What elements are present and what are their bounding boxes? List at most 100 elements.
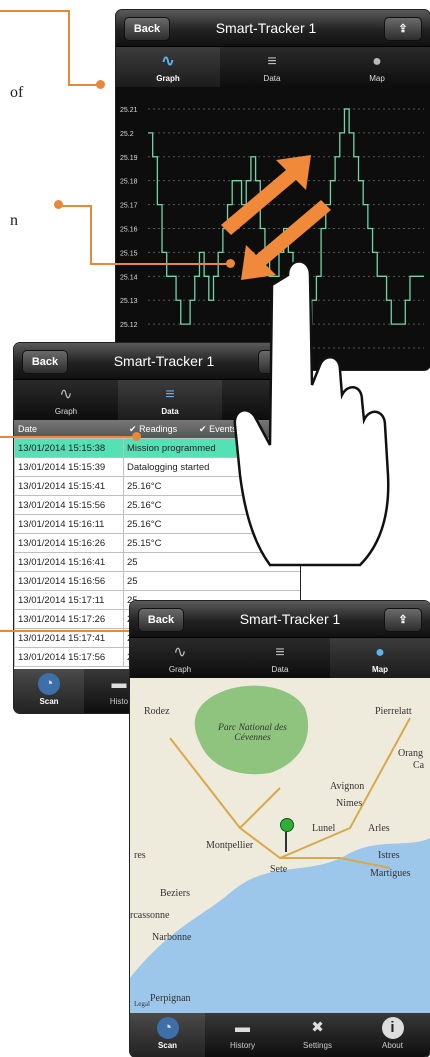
page-title: Smart-Tracker 1	[113, 353, 215, 369]
map-tabbar: ∿ Graph ≡ Data ● Map	[130, 638, 430, 678]
tab-settings[interactable]: ✖ Settings	[280, 1013, 355, 1057]
back-button[interactable]: Back	[22, 350, 68, 374]
map-label-rcassonne: rcassonne	[130, 910, 170, 921]
back-button[interactable]: Back	[124, 17, 170, 41]
check-icon: ✔	[199, 424, 207, 434]
row-date: 13/01/2014 15:15:39	[14, 457, 124, 477]
callout-line-1b	[68, 10, 70, 84]
readings-label: Readings	[139, 424, 178, 434]
tab-data[interactable]: ≡ Data	[220, 47, 324, 87]
row-date: 13/01/2014 15:15:56	[14, 495, 124, 515]
database-icon: ≡	[275, 644, 285, 661]
map-label-beziers: Beziers	[160, 888, 190, 899]
tab-data-label: Data	[263, 74, 281, 83]
graph-icon: ∿	[59, 386, 73, 403]
tab-scan[interactable]: ◔ Scan	[14, 669, 84, 713]
tab-data[interactable]: ≡ Data	[118, 380, 222, 420]
tab-map[interactable]: ● Map	[324, 47, 430, 87]
map-navbar: Back Smart-Tracker 1 ⇪	[130, 601, 430, 638]
map-label-perpignan: Perpignan	[150, 993, 191, 1004]
share-icon: ⇪	[398, 23, 408, 35]
tab-map-label: Map	[372, 665, 388, 674]
side-text-of: of	[10, 84, 24, 101]
y-tick-label: 25.14	[120, 274, 138, 281]
tab-data[interactable]: ≡ Data	[230, 638, 330, 678]
folder-icon: ▬	[235, 1019, 250, 1036]
map-bottom-bar: ◔ Scan ▬ History ✖ Settings i About	[130, 1013, 430, 1057]
tab-graph-label: Graph	[156, 74, 180, 83]
row-date: 13/01/2014 15:16:11	[14, 514, 124, 534]
tab-scan-label: Scan	[39, 697, 59, 706]
back-button[interactable]: Back	[138, 608, 184, 632]
globe-icon: ●	[372, 53, 382, 70]
tab-data-label: Data	[271, 665, 289, 674]
callout-dot-3	[132, 432, 141, 441]
map-label-arles: Arles	[368, 823, 390, 834]
info-icon: i	[381, 1017, 404, 1039]
y-tick-label: 25.15	[120, 250, 138, 257]
tab-map-label: Map	[369, 74, 385, 83]
row-date: 13/01/2014 15:17:26	[14, 609, 124, 629]
tab-scan-label: Scan	[157, 1041, 178, 1050]
tab-graph-label: Graph	[54, 407, 78, 416]
share-button[interactable]: ⇪	[384, 608, 422, 632]
tab-settings-label: Settings	[303, 1041, 332, 1050]
map-legal-link[interactable]: Legal	[134, 1000, 150, 1008]
callout-dot-2a	[54, 200, 63, 209]
map-label-park: Parc National des Cévennes	[218, 723, 287, 743]
y-tick-label: 25.21	[120, 107, 138, 114]
tab-about[interactable]: i About	[355, 1013, 430, 1057]
row-date: 13/01/2014 15:16:56	[14, 571, 124, 591]
hand-illustration	[233, 260, 390, 567]
pin-head-icon	[280, 818, 294, 832]
y-tick-label: 25.19	[120, 155, 138, 162]
map-label-montpellier: Montpellier	[206, 840, 254, 851]
map-label-lunel: Lunel	[312, 823, 336, 834]
row-date: 13/01/2014 15:16:41	[14, 552, 124, 572]
map-label-nimes: Nimes	[336, 798, 363, 809]
tab-data-label: Data	[161, 407, 179, 416]
row-date: 13/01/2014 15:17:11	[14, 590, 124, 610]
map-label-istres: Istres	[378, 850, 400, 861]
pin-needle	[285, 832, 287, 852]
tab-graph[interactable]: ∿ Graph	[130, 638, 230, 678]
callout-dot-1	[96, 80, 105, 89]
tools-icon: ✖	[311, 1019, 324, 1036]
callout-line-1	[0, 10, 68, 12]
row-date: 13/01/2014 15:15:41	[14, 476, 124, 496]
map-view[interactable]: Rodez Parc National des Cévennes Pierrel…	[130, 678, 430, 1013]
y-tick-label: 25.16	[120, 227, 138, 234]
location-pin[interactable]	[280, 818, 294, 852]
graph-navbar: Back Smart-Tracker 1 ⇪	[116, 10, 430, 47]
tab-history[interactable]: ▬ History	[205, 1013, 280, 1057]
share-button[interactable]: ⇪	[384, 17, 422, 41]
map-label-pierrelatte: Pierrelatt	[375, 706, 412, 717]
callout-line-2c	[90, 263, 228, 265]
folder-icon: ▬	[111, 675, 127, 692]
map-screen: Back Smart-Tracker 1 ⇪ ∿ Graph ≡ Data ● …	[130, 601, 430, 1057]
map-label-avignon: Avignon	[330, 781, 365, 792]
database-icon: ≡	[267, 53, 277, 70]
y-tick-label: 25.12	[120, 322, 138, 329]
map-label-narbonne: Narbonne	[152, 932, 192, 943]
map-label-sete: Sete	[270, 864, 288, 875]
row-date: 13/01/2014 15:17:56	[14, 647, 124, 667]
map-label-res: res	[134, 850, 146, 861]
tab-about-label: About	[382, 1041, 403, 1050]
row-date: 13/01/2014 15:16:26	[14, 533, 124, 553]
tab-history-label: History	[230, 1041, 255, 1050]
tab-graph[interactable]: ∿ Graph	[116, 47, 220, 87]
y-tick-label: 25.17	[120, 203, 138, 210]
callout-line-2b	[90, 205, 92, 263]
tab-map[interactable]: ● Map	[330, 638, 430, 678]
callout-line-3	[0, 436, 136, 438]
y-tick-label: 25.2	[120, 131, 134, 138]
share-icon: ⇪	[398, 614, 408, 626]
tab-graph[interactable]: ∿ Graph	[14, 380, 118, 420]
tab-graph-label: Graph	[168, 665, 192, 674]
tab-scan[interactable]: ◔ Scan	[130, 1013, 205, 1057]
page-title: Smart-Tracker 1	[239, 611, 341, 627]
page-title: Smart-Tracker 1	[215, 20, 317, 36]
y-tick-label: 25.13	[120, 298, 138, 305]
map-label-rodez: Rodez	[144, 706, 170, 717]
